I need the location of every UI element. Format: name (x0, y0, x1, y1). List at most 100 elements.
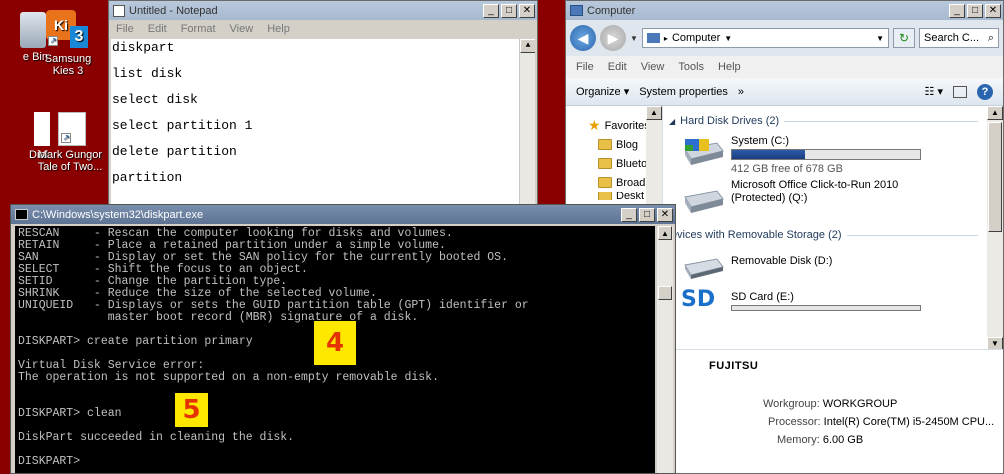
drive-free-space: 412 GB free of 678 GB (731, 163, 843, 175)
notepad-titlebar[interactable]: Untitled - Notepad _ □ ✕ (109, 1, 537, 20)
notepad-menubar: File Edit Format View Help (109, 20, 537, 38)
minimize-button[interactable]: _ (621, 207, 637, 222)
chevron-down-icon[interactable]: ▼ (724, 34, 732, 43)
scroll-up-arrow[interactable]: ▲ (520, 39, 535, 53)
console-line: The operation is not supported on a non-… (18, 371, 439, 384)
refresh-button[interactable]: ↻ (893, 28, 915, 48)
notepad-scrollbar[interactable]: ▲ (519, 39, 535, 209)
console-line: DISKPART> clean (18, 407, 122, 420)
desktop-icon-label: Mark Gungor Tale of Two... (37, 149, 103, 173)
more-commands-button[interactable]: » (738, 86, 744, 98)
change-view-icon[interactable]: ☷ ▾ (925, 85, 943, 98)
back-button[interactable]: ◀ (570, 25, 596, 51)
scroll-up-arrow[interactable]: ▲ (987, 106, 1003, 120)
group-header-hard-disks[interactable]: ◢ Hard Disk Drives (2) (663, 111, 1003, 131)
address-bar-row: ◀ ▶ ▼ ▸ Computer ▼ ▼ ↻ Search C... ⌕ (566, 20, 1003, 56)
desktop-icon-label: Samsung Kies 3 (44, 53, 92, 77)
folder-icon (598, 192, 612, 200)
hard-drive-icon (681, 187, 725, 215)
group-header-removable[interactable]: Devices with Removable Storage (2) (663, 225, 1003, 245)
desktop-icon-samsung-kies[interactable]: Ki 3 ↗ Samsung Kies 3 (28, 10, 108, 77)
system-properties-button[interactable]: System properties (639, 86, 728, 98)
details-workgroup: Workgroup: WORKGROUP (763, 398, 898, 410)
organize-button[interactable]: Organize ▾ (576, 85, 629, 98)
drive-item-sd-e[interactable]: SD SD Card (E:) (663, 285, 1003, 315)
drive-name: System (C:) (731, 135, 790, 147)
computer-icon (646, 33, 660, 43)
close-button[interactable]: ✕ (657, 207, 673, 222)
menu-edit[interactable]: Edit (141, 23, 174, 35)
close-button[interactable]: ✕ (985, 3, 1001, 18)
menu-edit[interactable]: Edit (601, 61, 634, 73)
notepad-text-area[interactable]: diskpart list disk select disk select pa… (111, 39, 535, 209)
search-placeholder: Search C... (924, 32, 980, 44)
explorer-titlebar[interactable]: Computer _ □ ✕ (566, 1, 1003, 20)
folder-icon (598, 177, 612, 188)
console-titlebar[interactable]: C:\Windows\system32\diskpart.exe _ □ ✕ (11, 205, 675, 224)
menu-view[interactable]: View (223, 23, 261, 35)
help-icon[interactable]: ? (977, 83, 993, 100)
maximize-button[interactable]: □ (967, 3, 983, 18)
content-scrollbar[interactable]: ▲ ▼ (987, 106, 1003, 351)
forward-button[interactable]: ▶ (600, 25, 626, 51)
explorer-title: Computer (587, 4, 636, 17)
drive-item-removable-d[interactable]: Removable Disk (D:) (663, 245, 1003, 285)
nav-label: Favorites (604, 119, 650, 132)
address-input[interactable]: ▸ Computer ▼ ▼ (641, 28, 889, 48)
console-app-icon (15, 209, 28, 220)
notepad-app-icon (113, 4, 125, 17)
scroll-up-arrow[interactable]: ▲ (646, 106, 662, 120)
drive-usage-bar (731, 305, 921, 311)
details-pane: FUJITSU Workgroup: WORKGROUP Processor: … (676, 349, 1003, 473)
close-button[interactable]: ✕ (519, 3, 535, 18)
minimize-button[interactable]: _ (483, 3, 499, 18)
menu-view[interactable]: View (634, 61, 672, 73)
console-line: DiskPart succeeded in cleaning the disk. (18, 431, 295, 444)
text-line: list disk (112, 66, 183, 81)
hard-drive-icon (681, 139, 725, 167)
menu-tools[interactable]: Tools (671, 61, 711, 73)
notepad-title: Untitled - Notepad (129, 4, 218, 17)
folder-icon (598, 139, 612, 150)
menu-format[interactable]: Format (174, 23, 223, 35)
text-line: delete partition (112, 144, 237, 159)
preview-pane-icon[interactable] (953, 85, 967, 98)
menu-file[interactable]: File (109, 23, 141, 35)
command-bar: Organize ▾ System properties » ☷ ▾ ? (566, 78, 1003, 106)
maximize-button[interactable]: □ (639, 207, 655, 222)
drive-name: Removable Disk (D:) (731, 255, 833, 267)
step-callout-4: 4 (314, 321, 356, 365)
menu-file[interactable]: File (569, 61, 601, 73)
minimize-button[interactable]: _ (949, 3, 965, 18)
collapse-triangle-icon[interactable]: ◢ (669, 117, 675, 126)
scroll-thumb[interactable] (988, 122, 1002, 232)
removable-drive-icon (681, 255, 725, 283)
drive-item-system-c[interactable]: System (C:) 412 GB free of 678 GB (663, 131, 1003, 179)
computer-icon (570, 5, 583, 16)
text-line: partition (112, 170, 183, 185)
document-shortcut-icon: ↗ (58, 112, 86, 146)
step-callout-5: 5 (175, 393, 208, 427)
menu-help[interactable]: Help (711, 61, 748, 73)
drive-item-office-q[interactable]: Microsoft Office Click-to-Run 2010 (Prot… (663, 179, 1003, 225)
search-icon: ⌕ (987, 31, 994, 44)
breadcrumb-chevron-icon[interactable]: ▸ (664, 34, 668, 43)
console-scrollbar[interactable]: ▲ (657, 226, 673, 473)
notepad-window[interactable]: Untitled - Notepad _ □ ✕ File Edit Forma… (108, 0, 538, 210)
scroll-thumb[interactable] (658, 286, 672, 300)
address-dropdown-icon[interactable]: ▼ (876, 34, 884, 43)
desktop-icon-mark-gungor[interactable]: ↗ Mark Gungor Tale of Two... (32, 112, 112, 173)
breadcrumb-computer[interactable]: Computer (672, 32, 720, 44)
search-input[interactable]: Search C... ⌕ (919, 28, 999, 48)
text-line: select disk (112, 92, 198, 107)
drive-usage-bar (731, 149, 921, 160)
text-line: select partition 1 (112, 118, 253, 133)
history-dropdown-icon[interactable]: ▼ (630, 34, 638, 43)
scroll-up-arrow[interactable]: ▲ (658, 226, 672, 240)
menu-help[interactable]: Help (260, 23, 297, 35)
maximize-button[interactable]: □ (501, 3, 517, 18)
console-line: DISKPART> (18, 455, 88, 468)
drive-usage-fill (732, 150, 806, 159)
console-title: C:\Windows\system32\diskpart.exe (32, 208, 204, 221)
